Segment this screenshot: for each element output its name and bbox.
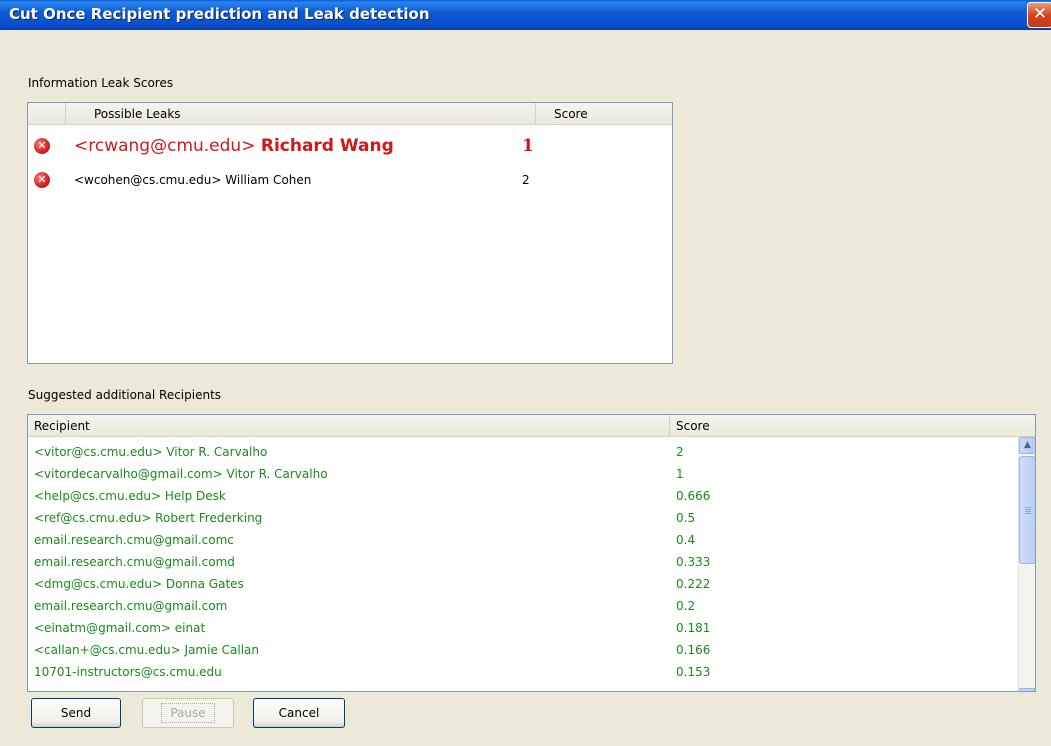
table-row[interactable]: <einatm@gmail.com> einat 0.181 xyxy=(28,618,1018,638)
leak-row[interactable]: ✕ <wcohen@cs.cmu.edu> William Cohen 2 xyxy=(28,169,672,191)
table-row[interactable]: <vitordecarvalho@gmail.com> Vitor R. Car… xyxy=(28,464,1018,484)
score-cell: 0.222 xyxy=(676,577,711,591)
recipient-cell: <callan+@cs.cmu.edu> Jamie Callan xyxy=(34,643,260,657)
leak-email: <wcohen@cs.cmu.edu> xyxy=(74,173,222,187)
table-row[interactable]: <ref@cs.cmu.edu> Robert Frederking 0.5 xyxy=(28,508,1018,528)
cancel-button[interactable]: Cancel xyxy=(253,698,345,728)
recipient-cell: <einatm@gmail.com> einat xyxy=(34,621,206,635)
pause-button-label: Pause xyxy=(161,703,215,723)
grip-icon xyxy=(1025,507,1031,514)
leak-recipient: <wcohen@cs.cmu.edu> William Cohen xyxy=(74,169,311,191)
table-row[interactable]: <vitor@cs.cmu.edu> Vitor R. Carvalho 2 xyxy=(28,442,1018,462)
score-cell: 0.4 xyxy=(676,533,696,547)
score-cell: 0.5 xyxy=(676,511,696,525)
leak-email: <rcwang@cmu.edu> xyxy=(74,136,256,156)
score-cell: 1 xyxy=(676,467,684,481)
close-icon: ✕ xyxy=(1032,4,1048,24)
score-cell: 0.181 xyxy=(676,621,711,635)
leak-recipient: <rcwang@cmu.edu> Richard Wang xyxy=(74,133,394,159)
score-cell: 0.153 xyxy=(676,665,711,679)
chevron-up-icon: ▲ xyxy=(1024,440,1031,450)
scroll-thumb[interactable] xyxy=(1019,456,1035,564)
leak-table-header: Possible Leaks Score xyxy=(28,103,672,125)
leak-column-header-score[interactable]: Score xyxy=(536,103,672,125)
recipient-cell: email.research.cmu@gmail.comc xyxy=(34,533,234,547)
recipient-cell: email.research.cmu@gmail.comd xyxy=(34,555,235,569)
error-x-icon: ✕ xyxy=(34,138,50,154)
recipient-cell: <dmg@cs.cmu.edu> Donna Gates xyxy=(34,577,244,591)
recipient-cell: <ref@cs.cmu.edu> Robert Frederking xyxy=(34,511,263,525)
leak-person-name: William Cohen xyxy=(225,173,312,187)
score-cell: 0.333 xyxy=(676,555,711,569)
table-row[interactable]: email.research.cmu@gmail.comd 0.333 xyxy=(28,552,1018,572)
recipient-cell: <vitordecarvalho@gmail.com> Vitor R. Car… xyxy=(34,467,328,481)
chevron-down-icon: ▼ xyxy=(1024,691,1031,692)
recipient-cell: 10701-instructors@cs.cmu.edu xyxy=(34,665,222,679)
title-bar[interactable]: Cut Once Recipient prediction and Leak d… xyxy=(0,0,1051,30)
table-row[interactable]: <callan+@cs.cmu.edu> Jamie Callan 0.166 xyxy=(28,640,1018,660)
table-row[interactable]: email.research.cmu@gmail.com 0.2 xyxy=(28,596,1018,616)
score-cell: 0.166 xyxy=(676,643,711,657)
table-row[interactable]: <help@cs.cmu.edu> Help Desk 0.666 xyxy=(28,486,1018,506)
leak-icon-column-header xyxy=(28,103,66,125)
recipient-cell: <vitor@cs.cmu.edu> Vitor R. Carvalho xyxy=(34,445,268,459)
recipients-column-header-recipient[interactable]: Recipient xyxy=(28,415,670,437)
recipients-table-header: Recipient Score xyxy=(28,415,1035,437)
recipients-column-header-score[interactable]: Score xyxy=(670,415,1035,437)
leak-table: Possible Leaks Score ✕ <rcwang@cmu.edu> … xyxy=(27,102,673,364)
leak-score: 1 xyxy=(522,136,534,156)
table-row[interactable]: 10701-instructors@cs.cmu.edu 0.153 xyxy=(28,662,1018,682)
recipient-cell: <help@cs.cmu.edu> Help Desk xyxy=(34,489,226,503)
send-button[interactable]: Send xyxy=(31,698,121,728)
recipients-section-label: Suggested additional Recipients xyxy=(28,388,222,402)
leak-section-label: Information Leak Scores xyxy=(28,76,174,90)
recipient-cell: email.research.cmu@gmail.com xyxy=(34,599,228,613)
leak-score: 2 xyxy=(522,173,530,187)
window-title: Cut Once Recipient prediction and Leak d… xyxy=(9,5,430,23)
score-cell: 2 xyxy=(676,445,684,459)
leak-person-name: Richard Wang xyxy=(260,136,394,156)
scroll-down-button[interactable]: ▼ xyxy=(1019,688,1035,692)
score-cell: 0.2 xyxy=(676,599,696,613)
recipients-table: Recipient Score <vitor@cs.cmu.edu> Vitor… xyxy=(27,414,1036,692)
recipients-scrollbar[interactable]: ▲ ▼ xyxy=(1018,437,1035,692)
scroll-up-button[interactable]: ▲ xyxy=(1019,437,1035,454)
leak-column-header-possible-leaks[interactable]: Possible Leaks xyxy=(66,103,536,125)
score-cell: 0.666 xyxy=(676,489,711,503)
dialog-window: Cut Once Recipient prediction and Leak d… xyxy=(0,0,1051,746)
pause-button[interactable]: Pause xyxy=(142,698,234,728)
leak-row[interactable]: ✕ <rcwang@cmu.edu> Richard Wang 1 xyxy=(28,133,672,159)
close-button[interactable]: ✕ xyxy=(1027,2,1051,28)
table-row[interactable]: email.research.cmu@gmail.comc 0.4 xyxy=(28,530,1018,550)
table-row[interactable]: <dmg@cs.cmu.edu> Donna Gates 0.222 xyxy=(28,574,1018,594)
error-x-icon: ✕ xyxy=(34,172,50,188)
